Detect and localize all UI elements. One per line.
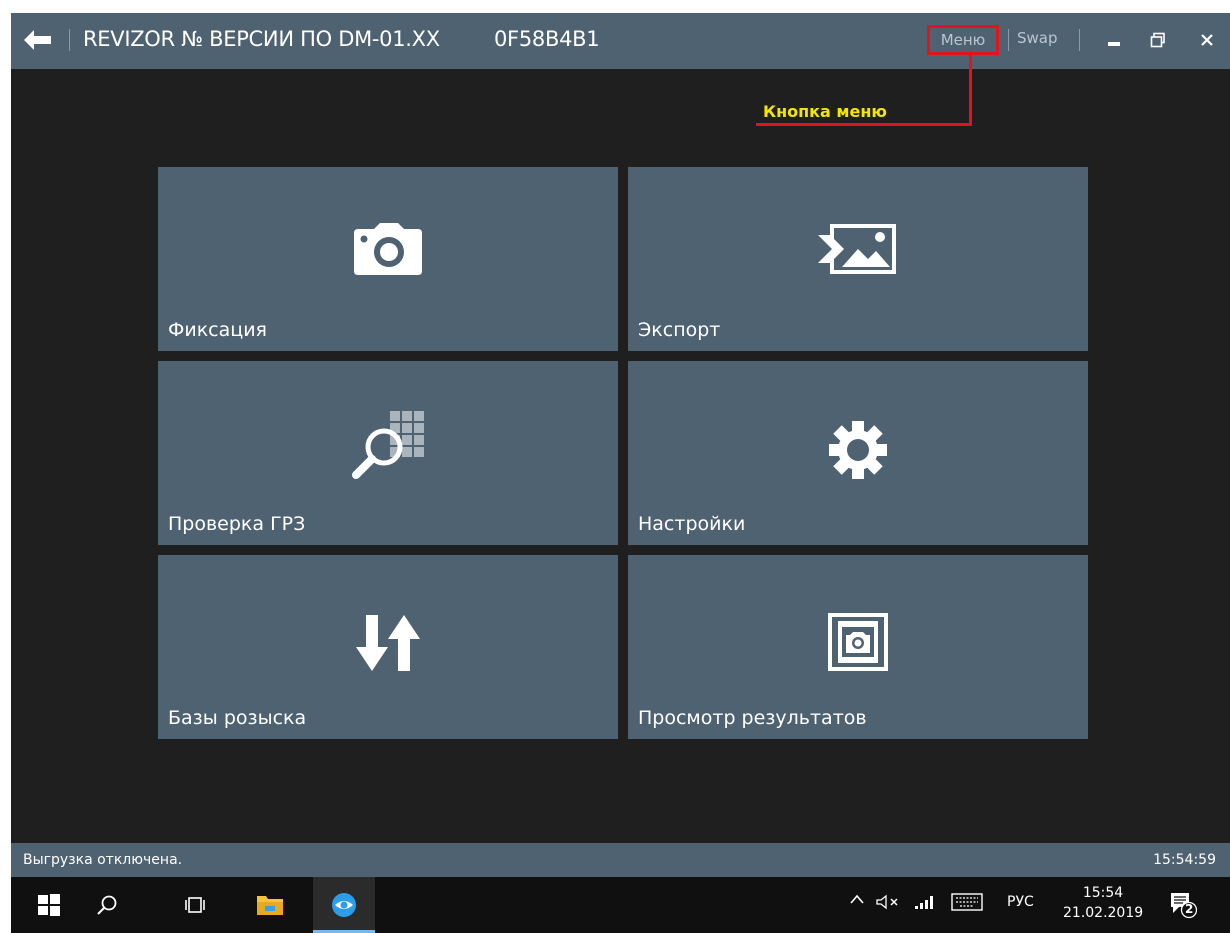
annotation-line-horizontal xyxy=(756,123,972,126)
chevron-up-icon xyxy=(850,894,864,904)
export-icon xyxy=(818,224,896,274)
folder-icon xyxy=(257,896,283,915)
volume-button[interactable] xyxy=(875,894,903,914)
menu-separator xyxy=(1008,29,1009,51)
status-time: 15:54:59 xyxy=(1153,852,1216,868)
tile-label: Просмотр результатов xyxy=(638,707,867,729)
tile-label: Экспорт xyxy=(638,319,721,341)
device-code: 0F58B4B1 xyxy=(494,27,600,51)
restore-icon xyxy=(1150,32,1165,48)
touch-keyboard-button[interactable] xyxy=(951,893,983,915)
clock-time: 15:54 xyxy=(1082,885,1124,901)
taskbar-clock[interactable]: 15:54 21.02.2019 xyxy=(1063,883,1143,923)
menu-button[interactable]: Меню xyxy=(927,25,999,55)
annotation-line-vertical xyxy=(969,55,972,126)
tile-label: Фиксация xyxy=(168,319,267,341)
tile-search-databases[interactable]: Базы розыска xyxy=(158,555,618,739)
minimize-icon xyxy=(1108,42,1120,46)
app-screen: REVIZOR № ВЕРСИИ ПО DM-01.XX 0F58B4B1 Ме… xyxy=(11,13,1230,933)
revizor-eye-icon xyxy=(332,893,356,917)
close-icon xyxy=(1201,34,1213,46)
app-title: REVIZOR № ВЕРСИИ ПО DM-01.XX xyxy=(83,27,440,51)
search-button[interactable] xyxy=(83,877,131,933)
notification-count: 2 xyxy=(1185,902,1194,916)
status-message: Выгрузка отключена. xyxy=(23,852,183,868)
minimize-button[interactable] xyxy=(1097,25,1131,55)
file-explorer-button[interactable] xyxy=(246,877,294,933)
tile-label: Настройки xyxy=(638,513,746,535)
signal-bars-icon xyxy=(915,896,933,909)
gallery-icon xyxy=(828,613,888,671)
swap-separator xyxy=(1079,29,1080,51)
clock-date: 21.02.2019 xyxy=(1063,905,1144,921)
swap-button[interactable]: Swap xyxy=(1017,29,1058,47)
keyboard-icon xyxy=(951,893,983,911)
windows-icon xyxy=(38,894,60,916)
tile-label: Базы розыска xyxy=(168,707,307,729)
annotation-label: Кнопка меню xyxy=(763,102,887,121)
start-button[interactable] xyxy=(25,877,73,933)
task-view-icon xyxy=(185,897,205,913)
restore-button[interactable] xyxy=(1141,25,1175,55)
revizor-app-button[interactable] xyxy=(313,877,375,933)
tile-view-results[interactable]: Просмотр результатов xyxy=(628,555,1088,739)
tile-plate-check[interactable]: Проверка ГРЗ xyxy=(158,361,618,545)
search-icon xyxy=(97,895,117,915)
back-button[interactable] xyxy=(17,25,57,55)
action-center-button[interactable]: 2 xyxy=(1169,891,1198,919)
tile-settings[interactable]: Настройки xyxy=(628,361,1088,545)
gear-icon xyxy=(829,421,887,479)
title-bar: REVIZOR № ВЕРСИИ ПО DM-01.XX 0F58B4B1 Ме… xyxy=(11,13,1230,69)
sync-arrows-icon xyxy=(356,615,420,671)
tile-export[interactable]: Экспорт xyxy=(628,167,1088,351)
title-separator xyxy=(69,29,70,51)
camera-icon xyxy=(354,223,422,275)
tile-fixation[interactable]: Фиксация xyxy=(158,167,618,351)
status-bar: Выгрузка отключена. 15:54:59 xyxy=(11,843,1230,877)
task-view-button[interactable] xyxy=(171,877,219,933)
taskbar: РУС 15:54 21.02.2019 2 xyxy=(11,877,1230,933)
tile-label: Проверка ГРЗ xyxy=(168,513,306,535)
close-button[interactable] xyxy=(1190,25,1224,55)
plate-check-icon xyxy=(352,411,424,479)
tray-chevron-button[interactable] xyxy=(849,893,865,909)
network-button[interactable] xyxy=(913,894,937,914)
back-arrow-icon xyxy=(24,30,51,50)
language-indicator[interactable]: РУС xyxy=(1007,894,1034,910)
volume-muted-icon xyxy=(876,894,898,910)
menu-button-label: Меню xyxy=(940,31,986,49)
